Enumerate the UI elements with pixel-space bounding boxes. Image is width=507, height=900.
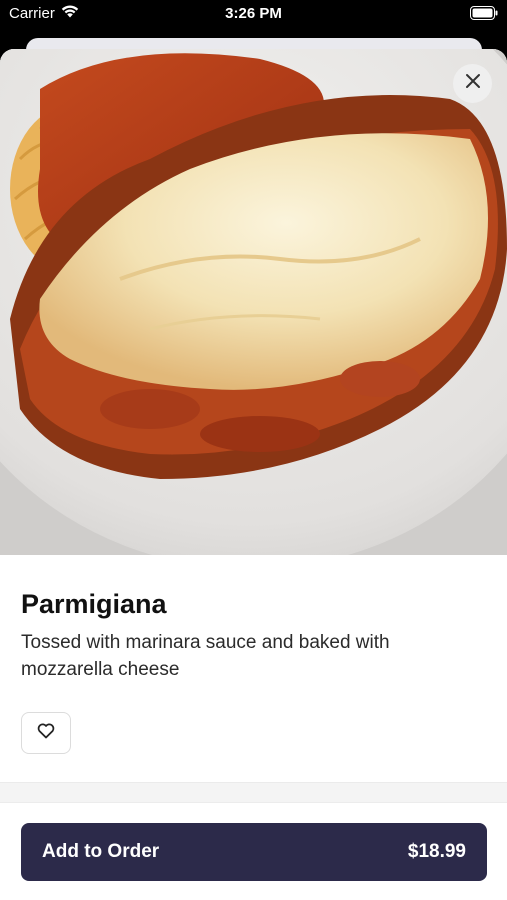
- heart-icon: [37, 723, 55, 744]
- close-button[interactable]: [453, 64, 492, 103]
- item-title: Parmigiana: [21, 589, 167, 619]
- add-to-order-label: Add to Order: [42, 841, 160, 862]
- bottom-bar: Add to Order $18.99: [0, 802, 507, 900]
- item-price: $18.99: [407, 841, 466, 862]
- status-bar: Carrier 3:26 PM: [0, 0, 507, 30]
- item-description: Tossed with marinara sauce and baked wit…: [21, 632, 390, 680]
- close-icon: [465, 73, 481, 94]
- favorite-button[interactable]: [21, 712, 71, 754]
- battery-icon: [470, 6, 498, 20]
- item-detail-screen: Carrier 3:26 PM Parmigiana Tossed with m…: [0, 0, 507, 900]
- section-divider: [0, 782, 507, 802]
- status-time: 3:26 PM: [225, 5, 282, 22]
- item-sheet: Parmigiana Tossed with marinara sauce an…: [0, 49, 507, 900]
- add-to-order-button[interactable]: Add to Order $18.99: [21, 823, 487, 881]
- item-photo: [0, 49, 507, 555]
